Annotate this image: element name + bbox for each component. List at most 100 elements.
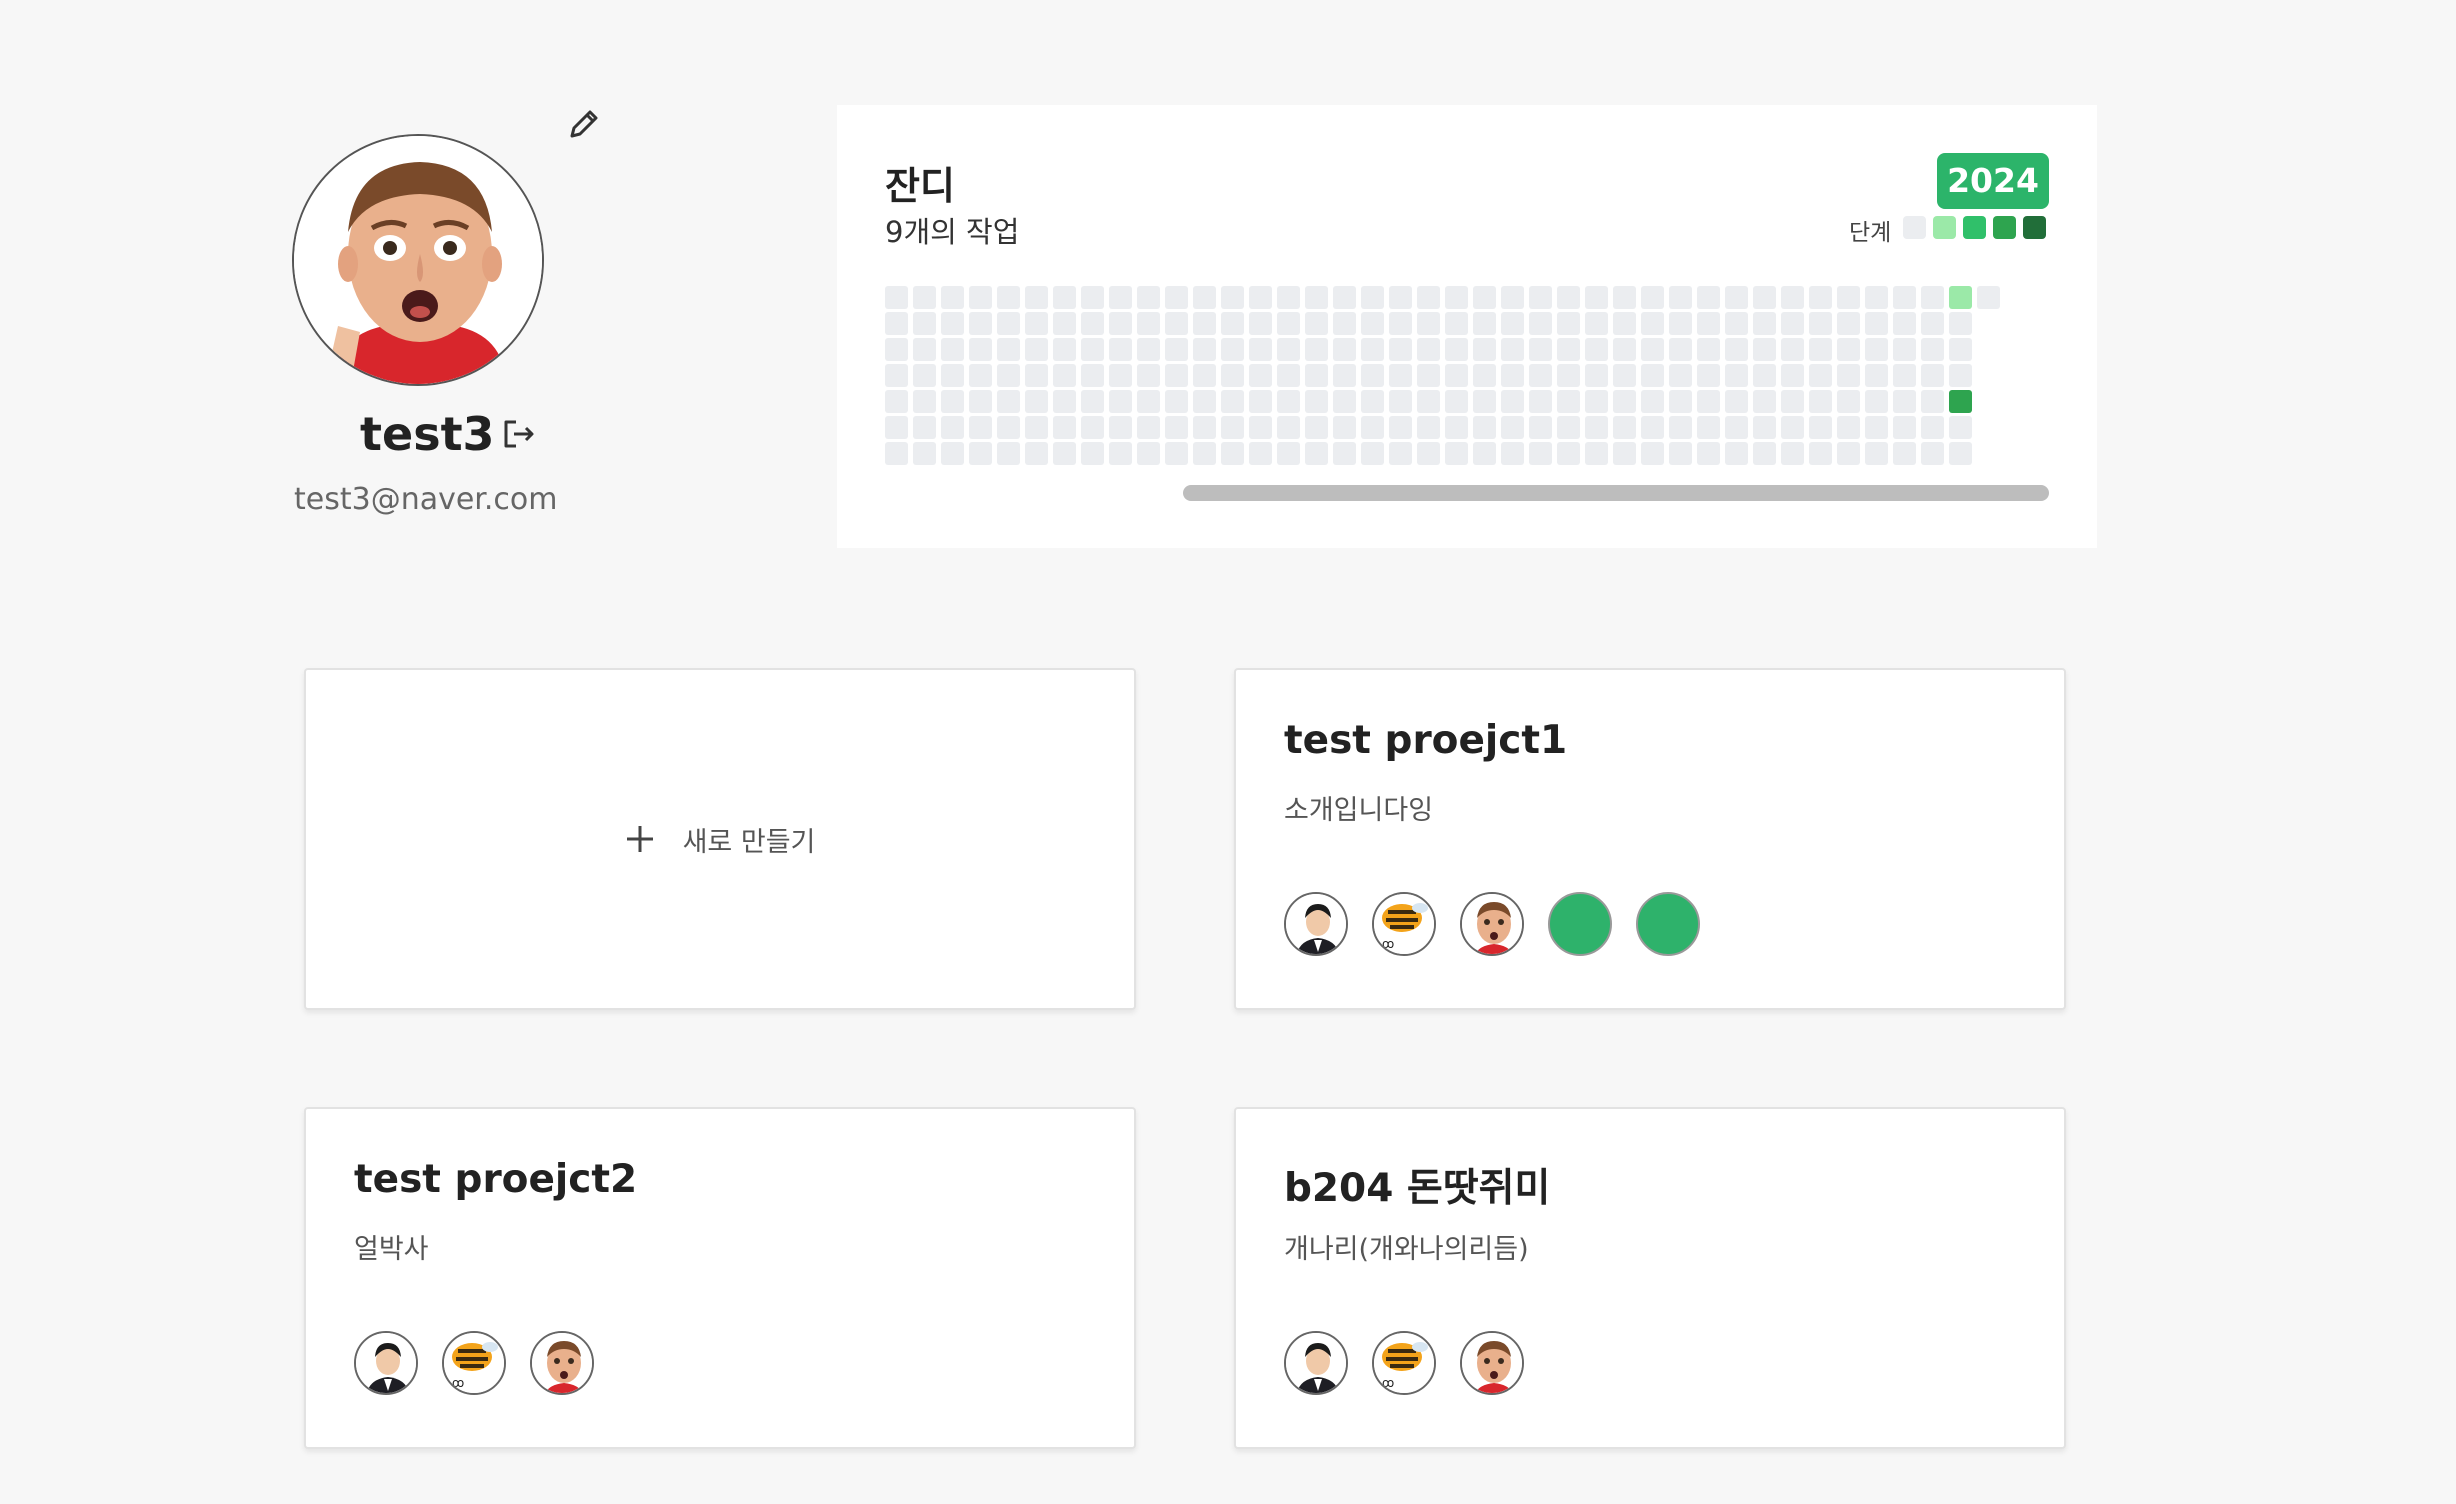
contribution-cell	[1277, 416, 1300, 439]
contribution-cell	[1165, 390, 1188, 413]
contribution-cell	[1389, 338, 1412, 361]
contribution-cell	[1697, 338, 1720, 361]
contribution-cell	[1333, 390, 1356, 413]
contribution-cell	[1109, 338, 1132, 361]
contribution-cell	[1221, 390, 1244, 413]
contribution-cell	[1809, 338, 1832, 361]
year-selector-button[interactable]: 2024	[1937, 153, 2049, 209]
contribution-cell	[1193, 338, 1216, 361]
contribution-cell	[1109, 442, 1132, 465]
contribution-cell	[1893, 416, 1916, 439]
contribution-cell	[1809, 312, 1832, 335]
contribution-cell	[1305, 364, 1328, 387]
contribution-cell	[1137, 390, 1160, 413]
contribution-cell	[1501, 364, 1524, 387]
contribution-cell	[1529, 364, 1552, 387]
contribution-cell	[1389, 416, 1412, 439]
level-2-swatch	[1963, 216, 1986, 239]
pencil-icon[interactable]	[564, 104, 604, 144]
contribution-cell	[1081, 390, 1104, 413]
contribution-cell	[1165, 416, 1188, 439]
contribution-cell	[1949, 286, 1972, 309]
contribution-cell	[1809, 390, 1832, 413]
contribution-cell	[1921, 364, 1944, 387]
contribution-title: 잔디	[885, 164, 955, 208]
contribution-cell	[1669, 416, 1692, 439]
man-avatar-icon[interactable]	[1284, 892, 1348, 956]
contribution-cell	[1865, 442, 1888, 465]
bee-avatar-icon[interactable]: ꝏ	[1372, 1331, 1436, 1395]
contribution-cell	[1725, 442, 1748, 465]
contribution-cell	[1249, 416, 1272, 439]
boy-avatar-icon[interactable]	[530, 1331, 594, 1395]
contribution-cell	[1613, 442, 1636, 465]
contribution-cell	[1137, 364, 1160, 387]
contribution-cell	[1221, 286, 1244, 309]
contribution-cell	[1641, 312, 1664, 335]
contribution-cell	[1641, 416, 1664, 439]
contribution-cell	[1473, 312, 1496, 335]
contribution-cell	[1557, 286, 1580, 309]
boy-avatar-icon[interactable]	[1460, 892, 1524, 956]
contribution-cell	[1277, 390, 1300, 413]
horizontal-scrollbar[interactable]	[1183, 485, 2049, 501]
contribution-cell	[1221, 416, 1244, 439]
contribution-cell	[1781, 338, 1804, 361]
contribution-cell	[1361, 390, 1384, 413]
contribution-cell	[1781, 442, 1804, 465]
contribution-cell	[1837, 364, 1860, 387]
project-card[interactable]: test proejct2 얼박사 ꝏ	[304, 1107, 1136, 1449]
logout-icon[interactable]	[498, 414, 538, 454]
man-avatar-icon[interactable]	[354, 1331, 418, 1395]
contribution-cell	[1641, 286, 1664, 309]
contribution-cell	[1277, 338, 1300, 361]
contribution-cell	[1333, 312, 1356, 335]
project-description: 얼박사	[354, 1234, 429, 1265]
contribution-cell	[997, 390, 1020, 413]
contribution-cell	[885, 416, 908, 439]
contribution-cell	[1837, 442, 1860, 465]
contribution-cell	[1501, 312, 1524, 335]
contribution-cell	[1837, 416, 1860, 439]
project-card[interactable]: test proejct1 소개입니다잉 ꝏ	[1234, 668, 2066, 1010]
contribution-cell	[1025, 338, 1048, 361]
contribution-card: 잔디 9개의 작업 2024 단계	[837, 105, 2097, 548]
contribution-cell	[1445, 442, 1468, 465]
contribution-cell	[1445, 416, 1468, 439]
contribution-cell	[1697, 442, 1720, 465]
contribution-cell	[1361, 312, 1384, 335]
bee-avatar-icon[interactable]: ꝏ	[442, 1331, 506, 1395]
contribution-cell	[1249, 312, 1272, 335]
contribution-cell	[1501, 390, 1524, 413]
green-avatar-icon[interactable]	[1636, 892, 1700, 956]
contribution-cell	[1697, 390, 1720, 413]
profile-email: test3@naver.com	[294, 482, 558, 517]
boy-avatar-icon[interactable]	[1460, 1331, 1524, 1395]
contribution-cell	[969, 286, 992, 309]
contribution-cell	[1361, 442, 1384, 465]
contribution-cell	[1921, 338, 1944, 361]
contribution-cell	[1025, 312, 1048, 335]
contribution-cell	[1725, 390, 1748, 413]
plus-icon	[626, 826, 653, 852]
green-avatar-icon[interactable]	[1548, 892, 1612, 956]
contribution-cell	[1809, 416, 1832, 439]
contribution-cell	[1165, 442, 1188, 465]
man-avatar-icon[interactable]	[1284, 1331, 1348, 1395]
contribution-cell	[1389, 442, 1412, 465]
project-card[interactable]: b204 돈땃쥐미 개나리(개와나의리듬) ꝏ	[1234, 1107, 2066, 1449]
contribution-cell	[1277, 286, 1300, 309]
contribution-cell	[1613, 416, 1636, 439]
contribution-cell	[1501, 286, 1524, 309]
contribution-cell	[1053, 338, 1076, 361]
scrollbar-thumb[interactable]	[1183, 485, 2049, 501]
bee-avatar-icon[interactable]: ꝏ	[1372, 892, 1436, 956]
contribution-cell	[885, 338, 908, 361]
contribution-cell	[1501, 442, 1524, 465]
contribution-cell	[1865, 416, 1888, 439]
new-project-card[interactable]: 새로 만들기	[304, 668, 1136, 1010]
project-members: ꝏ	[1284, 1331, 1524, 1395]
contribution-cell	[997, 286, 1020, 309]
contribution-cell	[1109, 364, 1132, 387]
contribution-cell	[1193, 390, 1216, 413]
